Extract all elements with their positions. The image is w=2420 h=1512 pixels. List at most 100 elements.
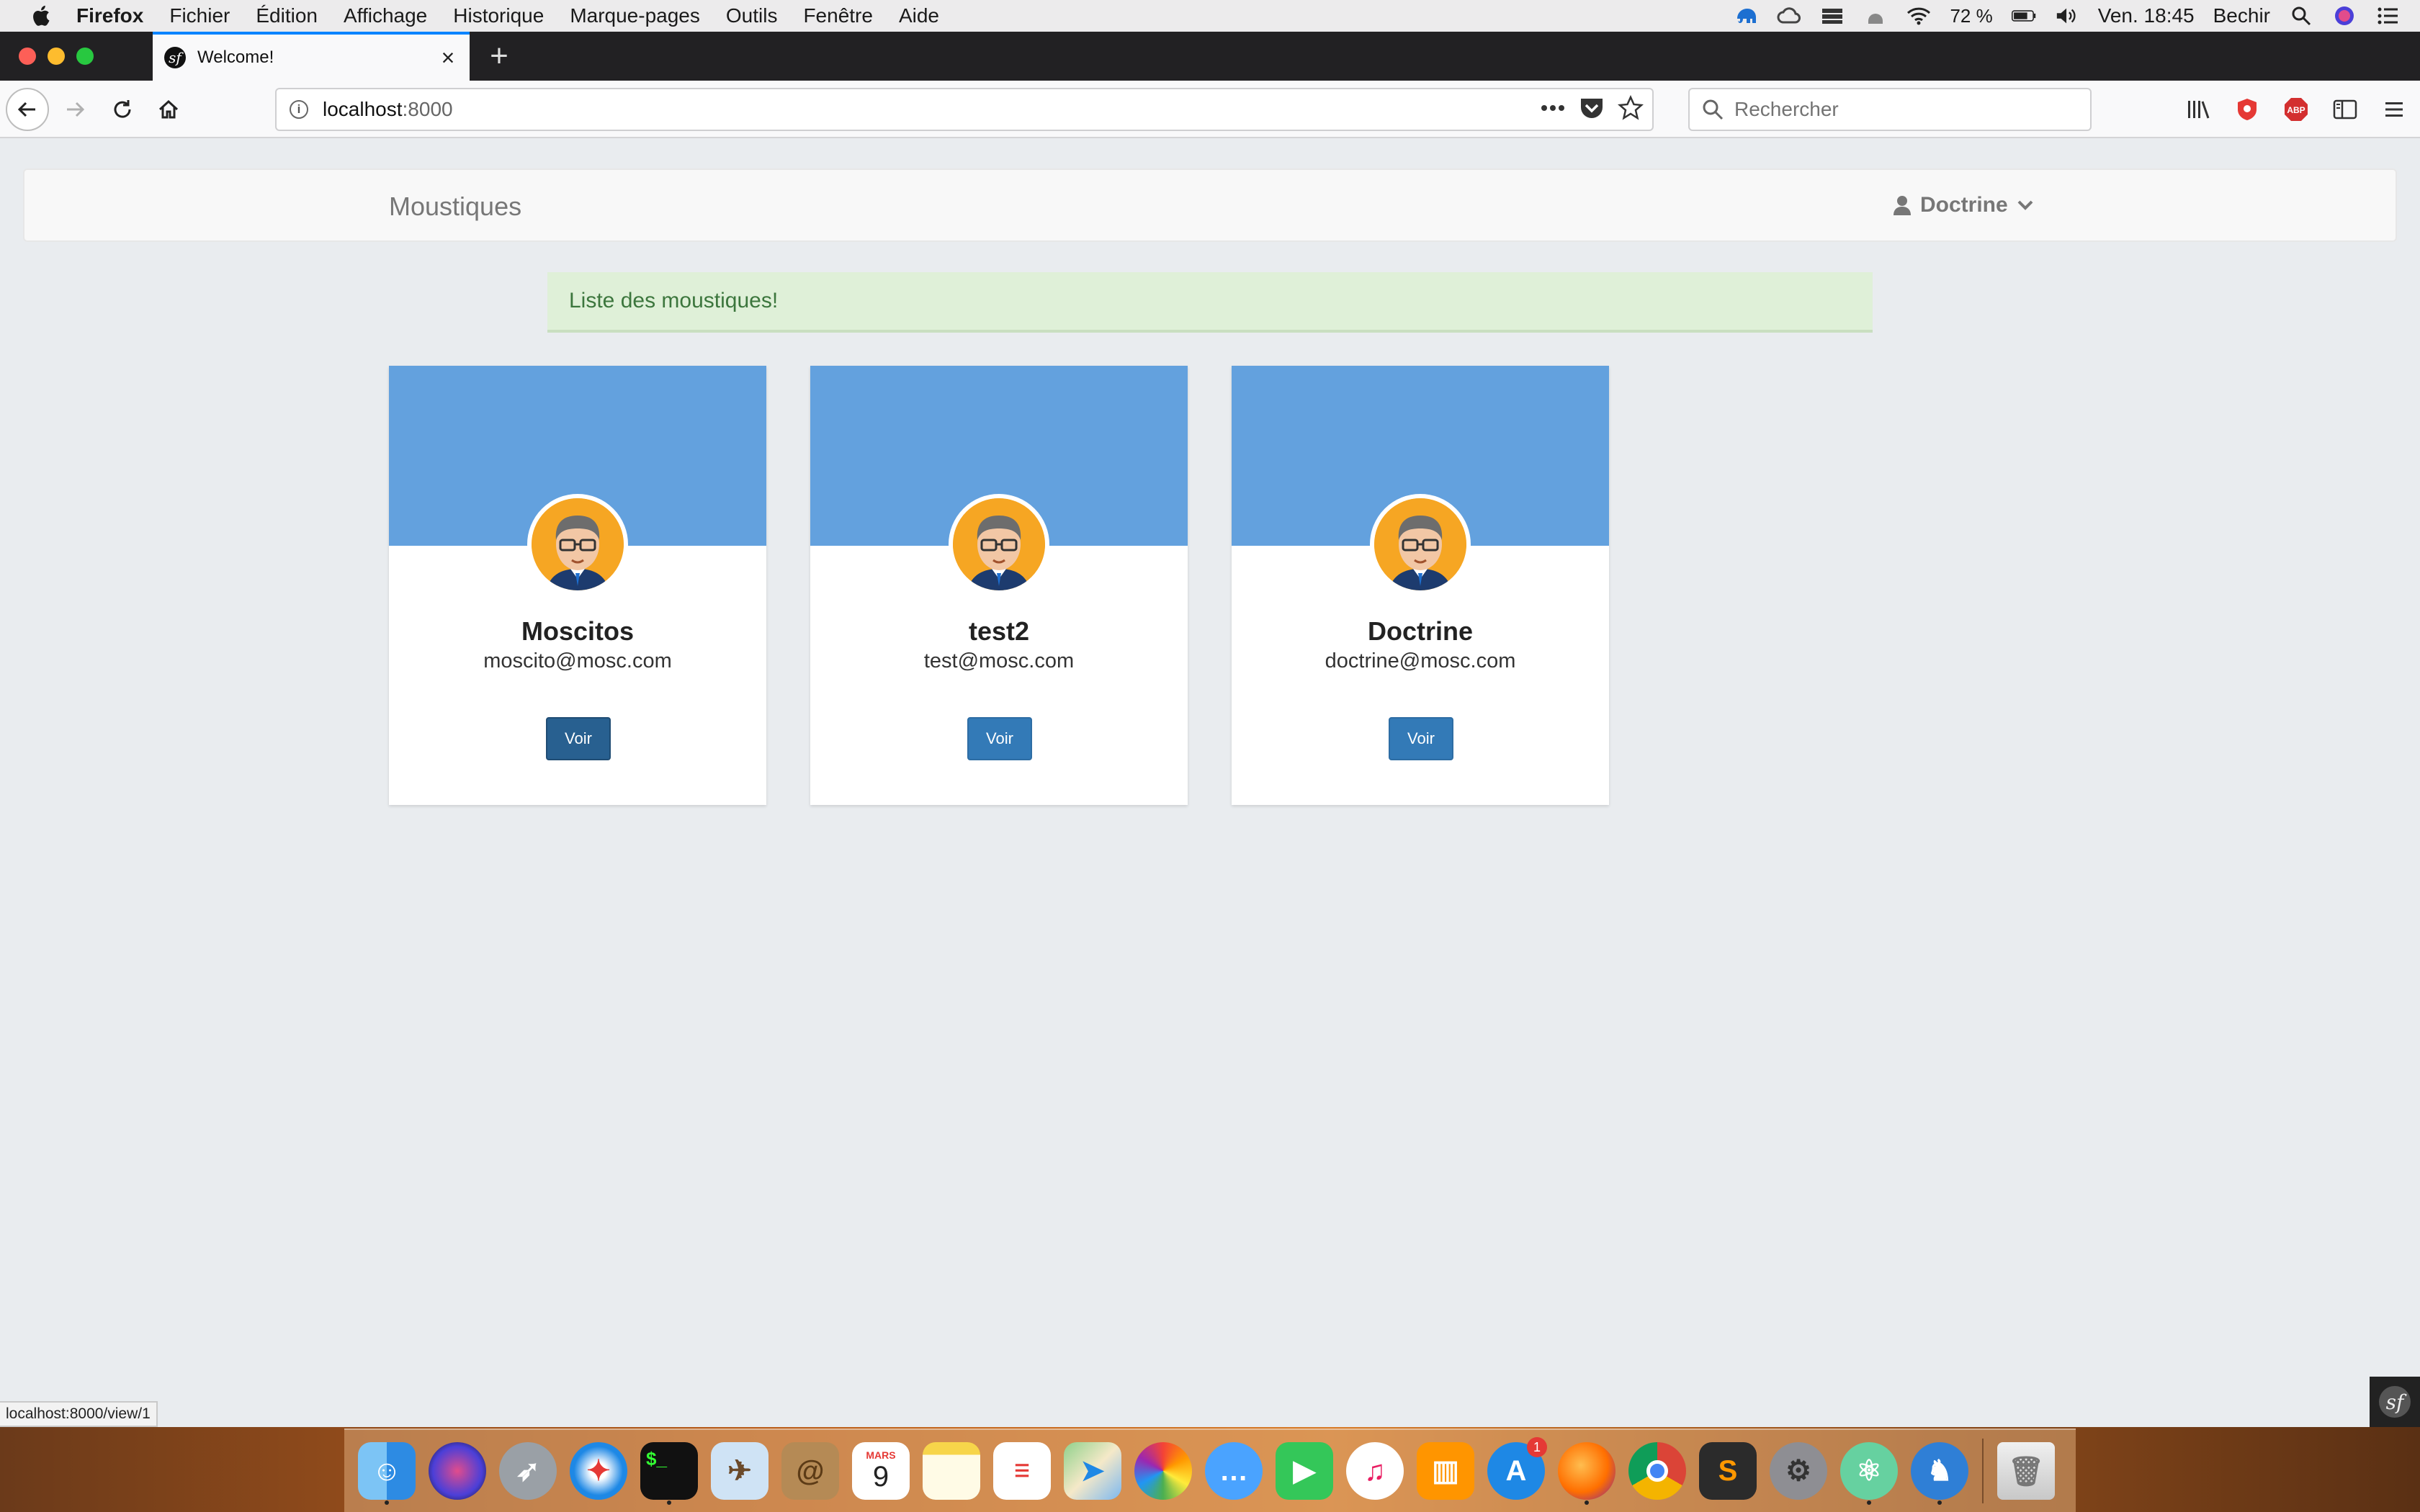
running-indicator xyxy=(1867,1500,1871,1505)
dock-siri[interactable] xyxy=(422,1436,493,1506)
pocket-icon[interactable] xyxy=(1579,96,1605,124)
reload-button[interactable] xyxy=(101,88,144,131)
dock-books[interactable]: ▥ xyxy=(1410,1436,1481,1506)
cloud-drive-icon[interactable] xyxy=(1863,5,1888,27)
dock-messages[interactable]: … xyxy=(1198,1436,1269,1506)
view-button[interactable]: Voir xyxy=(967,717,1032,760)
menu-clock[interactable]: Ven. 18:45 xyxy=(2098,4,2195,27)
dock-notes[interactable] xyxy=(916,1436,987,1506)
menu-marque-pages[interactable]: Marque-pages xyxy=(570,4,700,27)
stack-icon[interactable] xyxy=(1820,5,1845,27)
dock-trash[interactable]: 🗑 xyxy=(1991,1436,2061,1506)
forward-button[interactable] xyxy=(53,88,97,131)
dock-preview[interactable]: ✈ xyxy=(704,1436,775,1506)
notes-icon xyxy=(923,1442,980,1500)
dock-app-store[interactable]: A1 xyxy=(1481,1436,1551,1506)
menu-aide[interactable]: Aide xyxy=(899,4,939,27)
running-indicator xyxy=(385,1500,389,1505)
spotlight-icon[interactable] xyxy=(2289,5,2313,27)
facetime-icon: ▶ xyxy=(1276,1442,1333,1500)
photos-icon xyxy=(1134,1442,1192,1500)
view-button[interactable]: Voir xyxy=(546,717,611,760)
search-placeholder: Rechercher xyxy=(1734,98,1839,120)
tab-close-icon[interactable]: × xyxy=(434,43,462,72)
navigation-toolbar: i localhost:8000 Rechercher ABP xyxy=(0,81,2420,138)
url-host: localhost xyxy=(323,98,403,120)
window-minimize-button[interactable] xyxy=(48,48,65,65)
battery-icon[interactable] xyxy=(2011,5,2036,27)
tab-title: Welcome! xyxy=(197,48,274,67)
view-button[interactable]: Voir xyxy=(1389,717,1453,760)
elephant-icon: ♞ xyxy=(1911,1442,1968,1500)
dock-facetime[interactable]: ▶ xyxy=(1269,1436,1340,1506)
adblock-plus-icon[interactable]: ABP xyxy=(2282,95,2311,124)
page-actions-icon[interactable] xyxy=(1540,103,1566,116)
calendar-day: 9 xyxy=(872,1460,889,1493)
new-tab-button[interactable]: + xyxy=(481,37,517,75)
dock-launchpad[interactable]: ➶ xyxy=(493,1436,563,1506)
menu-fenetre[interactable]: Fenêtre xyxy=(803,4,873,27)
dock-safari[interactable]: ✦ xyxy=(563,1436,634,1506)
dock-maps[interactable]: ➤ xyxy=(1057,1436,1128,1506)
user-dropdown[interactable]: Doctrine xyxy=(1893,193,2034,217)
dock-firefox[interactable] xyxy=(1551,1436,1622,1506)
running-indicator xyxy=(1937,1500,1942,1505)
menu-user-name[interactable]: Bechir xyxy=(2213,4,2270,27)
notification-center-icon[interactable] xyxy=(2375,5,2400,27)
elephant-icon[interactable] xyxy=(1734,5,1758,27)
dock-calendar[interactable]: MARS 9 xyxy=(846,1436,916,1506)
profile-card: Moscitos moscito@mosc.com Voir xyxy=(389,366,766,805)
menu-app-name[interactable]: Firefox xyxy=(76,4,143,27)
library-icon[interactable] xyxy=(2184,95,2213,124)
volume-icon[interactable] xyxy=(2055,5,2079,27)
dock-sublime[interactable]: S xyxy=(1693,1436,1763,1506)
apple-icon[interactable] xyxy=(29,3,55,29)
running-indicator xyxy=(667,1500,671,1505)
menu-edition[interactable]: Édition xyxy=(256,4,318,27)
terminal-icon: $_ xyxy=(640,1442,698,1500)
dock-terminal[interactable]: $_ xyxy=(634,1436,704,1506)
site-info-icon[interactable]: i xyxy=(290,100,308,119)
search-bar[interactable]: Rechercher xyxy=(1688,88,2092,131)
bookmark-star-icon[interactable] xyxy=(1617,94,1644,125)
tab-welcome[interactable]: sf Welcome! × xyxy=(153,32,470,81)
back-button[interactable] xyxy=(6,88,49,131)
wifi-icon[interactable] xyxy=(1906,5,1931,27)
running-indicator xyxy=(1585,1500,1589,1505)
site-brand-link[interactable]: Moustiques xyxy=(389,192,521,222)
dock-contacts[interactable]: @ xyxy=(775,1436,846,1506)
hamburger-menu-icon[interactable] xyxy=(2380,95,2408,124)
eagle-photo-icon: ✈ xyxy=(711,1442,768,1500)
maps-icon: ➤ xyxy=(1064,1442,1121,1500)
menu-extras: 72 % Ven. 18:45 Bechir xyxy=(1734,0,2400,32)
chrome-icon xyxy=(1628,1442,1686,1500)
sidebar-toggle-icon[interactable] xyxy=(2331,95,2360,124)
dock-itunes[interactable]: ♫ xyxy=(1340,1436,1410,1506)
dock-finder[interactable]: ☺ xyxy=(351,1436,422,1506)
menu-affichage[interactable]: Affichage xyxy=(344,4,427,27)
calendar-icon: MARS 9 xyxy=(852,1442,910,1500)
menu-historique[interactable]: Historique xyxy=(453,4,544,27)
symfony-toolbar-toggle[interactable]: sf xyxy=(2370,1377,2420,1427)
battery-percent: 72 % xyxy=(1950,4,1993,27)
menu-outils[interactable]: Outils xyxy=(726,4,778,27)
home-icon xyxy=(158,99,179,119)
siri-icon[interactable] xyxy=(2332,5,2357,27)
privacy-badger-icon[interactable] xyxy=(2233,95,2262,124)
window-zoom-button[interactable] xyxy=(76,48,94,65)
home-button[interactable] xyxy=(147,88,190,131)
user-icon xyxy=(1894,196,1911,215)
url-bar[interactable]: i localhost:8000 xyxy=(275,88,1654,131)
messages-icon: … xyxy=(1205,1442,1263,1500)
dock-system-preferences[interactable]: ⚙ xyxy=(1763,1436,1834,1506)
card-name: Moscitos xyxy=(521,616,635,646)
creative-cloud-icon[interactable] xyxy=(1777,5,1801,27)
window-close-button[interactable] xyxy=(19,48,36,65)
dock-sequel[interactable]: ♞ xyxy=(1904,1436,1975,1506)
dock-photos[interactable] xyxy=(1128,1436,1198,1506)
dock-atom[interactable]: ⚛ xyxy=(1834,1436,1904,1506)
dock-reminders[interactable]: ☰ xyxy=(987,1436,1057,1506)
menu-fichier[interactable]: Fichier xyxy=(169,4,230,27)
dock-chrome[interactable] xyxy=(1622,1436,1693,1506)
card-email: doctrine@mosc.com xyxy=(1325,649,1516,672)
